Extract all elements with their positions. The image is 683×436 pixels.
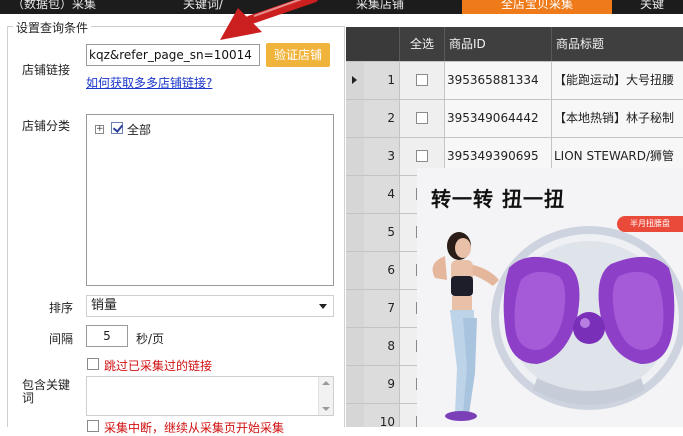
skip-collected-checkbox[interactable]: [87, 358, 99, 370]
chevron-down-icon: [319, 304, 327, 309]
table-row[interactable]: 1 395365881334 【能跑运动】大号扭腰: [346, 62, 683, 100]
row-checkbox[interactable]: [416, 74, 428, 86]
row-number: 6: [364, 252, 399, 289]
shop-link-label: 店铺链接: [22, 63, 71, 77]
row-indicator: [346, 404, 364, 427]
resume-collect-checkbox[interactable]: [87, 420, 99, 432]
table-row[interactable]: 2 395349064442 【本地热销】林子秘制: [346, 100, 683, 138]
tree-expand-icon[interactable]: +: [95, 125, 104, 134]
keyword-scrollbar[interactable]: [318, 377, 333, 415]
shop-link-input[interactable]: kqz&refer_page_sn=10014: [86, 44, 260, 66]
row-number: 5: [364, 214, 399, 251]
keyword-textarea[interactable]: [86, 376, 334, 416]
interval-label: 间隔: [49, 332, 74, 346]
row-checkbox[interactable]: [416, 150, 428, 162]
keyword-label-cont: 词: [22, 391, 35, 405]
ad-title: 转一转 扭一扭: [431, 187, 565, 211]
row-number: 3: [364, 138, 399, 175]
row-indicator: [346, 214, 364, 251]
row-indicator: [346, 62, 364, 99]
scroll-up-icon[interactable]: [322, 381, 330, 385]
product-ad-overlay[interactable]: 转一转 扭一扭 半月扭腰盘: [417, 168, 683, 427]
tab-package-collect[interactable]: （数据包）采集: [12, 0, 142, 14]
row-number: 1: [364, 62, 399, 99]
scroll-down-icon[interactable]: [322, 407, 330, 411]
skip-collected-label[interactable]: 跳过已采集过的链接: [104, 357, 212, 374]
row-indicator: [346, 290, 364, 327]
row-indicator: [346, 176, 364, 213]
resume-collect-label[interactable]: 采集中断，继续从采集页开始采集: [104, 419, 284, 436]
help-link[interactable]: 如何获取多多店铺链接?: [86, 74, 212, 91]
shop-category-label: 店铺分类: [22, 119, 71, 133]
product-id-cell: 395365881334: [445, 62, 551, 99]
row-indicator: [346, 138, 364, 175]
row-indicator: [346, 100, 364, 137]
select-all-header[interactable]: 全选: [400, 27, 445, 61]
row-indicator: [346, 328, 364, 365]
sort-select-value: 销量: [91, 298, 118, 313]
interval-input[interactable]: 5: [86, 325, 128, 347]
row-number: 7: [364, 290, 399, 327]
twist-board: [491, 226, 683, 410]
grid-corner: [346, 27, 400, 61]
product-id-header[interactable]: 商品ID: [445, 27, 552, 61]
product-title-header[interactable]: 商品标题: [552, 27, 683, 61]
category-tree[interactable]: + 全部: [86, 114, 334, 286]
verify-shop-button[interactable]: 验证店铺: [266, 43, 330, 67]
tree-root-label[interactable]: 全部: [127, 121, 151, 138]
tree-root-checkbox[interactable]: [111, 122, 123, 134]
row-number: 4: [364, 176, 399, 213]
row-indicator: [346, 366, 364, 403]
sort-label: 排序: [49, 301, 74, 315]
interval-unit: 秒/页: [136, 332, 165, 346]
row-checkbox[interactable]: [416, 112, 428, 124]
row-number: 10: [364, 404, 399, 427]
top-tab-bar: （数据包）采集 关键词/ 采集店铺 全店宝贝采集 关键: [0, 0, 683, 14]
product-title-cell: 【能跑运动】大号扭腰: [552, 62, 683, 99]
product-id-cell: 395349064442: [445, 100, 551, 137]
row-number: 8: [364, 328, 399, 365]
tab-shop-collect[interactable]: 采集店铺: [356, 0, 436, 14]
query-conditions-legend: 设置查询条件: [13, 19, 92, 36]
tab-keyword-more[interactable]: 关键: [640, 0, 683, 14]
tab-whole-shop-collect[interactable]: 全店宝贝采集: [462, 0, 612, 14]
row-indicator: [346, 252, 364, 289]
red-arrow-icon: [220, 0, 319, 40]
product-title-cell: 【本地热销】林子秘制: [552, 100, 683, 137]
sort-select[interactable]: 销量: [86, 295, 334, 317]
row-number: 2: [364, 100, 399, 137]
row-number: 9: [364, 366, 399, 403]
ad-badge: 半月扭腰盘: [617, 216, 683, 232]
